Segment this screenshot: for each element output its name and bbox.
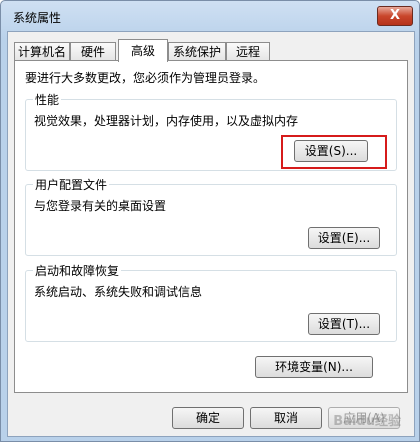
- tab-advanced[interactable]: 高级: [118, 39, 168, 62]
- cancel-button[interactable]: 取消: [250, 407, 322, 429]
- title-bar[interactable]: 系统属性 X: [1, 1, 419, 31]
- tab-hardware[interactable]: 硬件: [70, 42, 116, 61]
- user-profiles-description: 与您登录有关的桌面设置: [34, 199, 167, 213]
- system-properties-window: 系统属性 X 计算机名 硬件 高级 系统保护 远程 要进行大多数更改，您必须作为…: [0, 0, 420, 442]
- admin-note: 要进行大多数更改，您必须作为管理员登录。: [25, 71, 266, 85]
- window-title: 系统属性: [13, 11, 62, 25]
- user-profiles-group-title: 用户配置文件: [33, 176, 110, 193]
- environment-variables-button[interactable]: 环境变量(N)...: [255, 356, 373, 378]
- ok-button[interactable]: 确定: [172, 407, 244, 429]
- user-profiles-settings-button[interactable]: 设置(E)...: [308, 227, 380, 249]
- close-button[interactable]: X: [377, 6, 413, 26]
- performance-description: 视觉效果，处理器计划，内存使用，以及虚拟内存: [34, 114, 299, 128]
- tab-remote[interactable]: 远程: [226, 42, 270, 61]
- tab-computer-name[interactable]: 计算机名: [14, 42, 70, 61]
- startup-recovery-group: 启动和故障恢复 系统启动、系统失败和调试信息 设置(T)...: [25, 262, 397, 342]
- watermark: Baidu经验: [333, 414, 401, 429]
- tab-system-protection[interactable]: 系统保护: [168, 42, 226, 61]
- startup-recovery-settings-button[interactable]: 设置(T)...: [308, 313, 380, 335]
- advanced-tab-panel: 要进行大多数更改，您必须作为管理员登录。 性能 视觉效果，处理器计划，内存使用，…: [14, 60, 408, 393]
- dialog-client-area: 计算机名 硬件 高级 系统保护 远程 要进行大多数更改，您必须作为管理员登录。 …: [7, 31, 415, 437]
- performance-group-title: 性能: [33, 91, 62, 108]
- highlight-frame: [281, 135, 387, 169]
- startup-recovery-description: 系统启动、系统失败和调试信息: [34, 285, 203, 299]
- startup-recovery-group-title: 启动和故障恢复: [33, 262, 122, 279]
- user-profiles-group: 用户配置文件 与您登录有关的桌面设置 设置(E)...: [25, 176, 397, 256]
